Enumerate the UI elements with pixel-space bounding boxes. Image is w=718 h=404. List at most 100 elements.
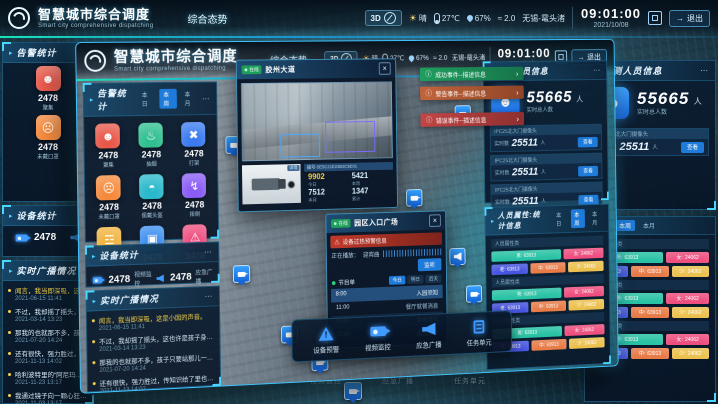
view-button[interactable]: 查看 [681,142,704,153]
mode-3d-toggle[interactable]: 3D [365,10,402,26]
pill-young[interactable]: 少:24062 [569,299,604,311]
pill-male[interactable]: 男:63913 [492,288,561,301]
location: 无锡-鼋头渚 [522,13,565,24]
device-stat-speakers[interactable]: 2478应急广播 [154,267,215,287]
camera-marker[interactable] [233,265,250,283]
helmet-icon: ◓ [139,174,164,199]
camera-popup: 在线 胶州大道 × 详情 编号-5E5C21E22B3C5E01 9902今日 … [236,58,398,212]
alarm-tile[interactable]: ♨2478抽烟 [129,122,172,168]
dock-item-task-unit[interactable]: 任务单元 [459,317,499,349]
info-icon: ⓘ [426,115,432,125]
fullscreen-icon[interactable] [648,11,662,25]
pill-female[interactable]: 女:24062 [666,252,709,263]
view-button[interactable]: 查看 [578,136,598,147]
logo-icon [84,50,106,72]
broadcast-panel: ▸实时广播情况⋯ 闻言，我当即深吸，这是小囡的声音。2021-06-15 11:… [86,286,222,393]
pill-young[interactable]: 少:24062 [672,266,709,277]
tab-month[interactable]: 本月 [639,220,659,231]
camera-icon [93,277,102,284]
program-tab[interactable]: 后天 [425,274,441,283]
device-alert-banner[interactable]: ⚠ 设备过热预警信息 [330,232,442,248]
detection-bbox [325,121,375,153]
pill-mid[interactable]: 中:63913 [531,339,567,351]
program-tab[interactable]: 明日 [407,275,423,284]
pill-female[interactable]: 女:24062 [666,293,709,304]
alarm-tile[interactable]: ↯2478摔倒 [173,173,216,219]
app-subtitle: Smart city comprehensive dispatching [38,23,153,29]
pill-young[interactable]: 少:24062 [672,348,709,359]
device-stat[interactable]: 2478 [13,232,56,243]
pill-mid[interactable]: 中:63913 [631,266,668,277]
camera-count-card: IPC25北大门摄像头 实时数25511人查看 [490,124,602,152]
toast-warning[interactable]: ⓘ警告事件--描述信息› [420,86,524,101]
pill-young[interactable]: 少:24062 [569,337,604,349]
warning-icon [318,327,333,341]
dock-item-emergency-broadcast[interactable]: 应急广播 [409,319,449,351]
dock-item-device-alarm[interactable]: 设备预警 [305,323,346,356]
dock-item-video-monitor[interactable]: 视频监控 [357,321,398,354]
speaker-icon [156,274,163,282]
more-icon[interactable]: ⋯ [205,292,214,301]
camera-count-card: IPC25北大门摄像头 实时数25511人查看 [490,153,602,182]
camera-icon [470,291,477,296]
toast-error[interactable]: ⓘ错误事件--描述信息› [420,112,524,127]
pill-male[interactable]: 男:63913 [491,249,560,262]
humidity: 67% [409,55,429,62]
tab-day[interactable]: 本日 [553,210,568,229]
tab-day[interactable]: 本日 [138,89,156,109]
pill-mid[interactable]: 中:63913 [631,348,668,359]
pill-mid[interactable]: 中:63913 [530,262,566,274]
pill-young[interactable]: 少:24062 [568,261,603,273]
more-icon[interactable]: ⋯ [593,66,601,74]
device-stat-cameras[interactable]: 2478视频监控 [90,269,154,289]
view-button[interactable]: 查看 [578,165,598,176]
tab-month[interactable]: 本月 [588,209,603,228]
speaker-icon [453,252,461,261]
alarm-tile[interactable]: ✖2478打架 [172,122,215,168]
more-icon[interactable]: ⋯ [202,94,211,103]
listen-button[interactable]: 监听 [418,258,442,271]
alarm-tile[interactable]: ☹2478未戴口罩 [87,175,131,222]
pill-young[interactable]: 少:24062 [672,307,709,318]
wind: ≈2.0 [498,14,516,23]
more-icon[interactable]: ⋯ [204,248,213,257]
thermometer-icon [434,13,440,24]
pill-female[interactable]: 女:24062 [563,248,603,260]
smoking-icon: ♨ [139,123,164,148]
tab-week[interactable]: 本周 [615,220,635,231]
tab-overview[interactable]: 综合态势 [187,11,227,26]
tab-week[interactable]: 本周 [159,89,177,109]
pill-female[interactable]: 女:24062 [564,324,604,336]
fight-icon: ✖ [181,122,205,147]
sun-icon: ☀ [409,13,417,24]
weather-condition: ☀晴 [409,13,427,24]
info-icon: ⓘ [425,69,431,79]
more-icon[interactable]: ⋯ [700,66,709,75]
pill-old[interactable]: 老:63913 [492,263,528,275]
wind: ≈2.0 [433,55,447,62]
close-icon[interactable]: × [379,62,391,75]
online-badge: 在线 [242,65,262,74]
pill-female[interactable]: 女:24062 [666,334,709,345]
close-icon[interactable]: × [429,214,441,227]
tab-week[interactable]: 本周 [571,209,586,228]
clock: 09:01:002021/10/08 [572,7,641,29]
alarm-tile[interactable]: ☻2478聚集 [86,123,130,170]
pill-mid[interactable]: 中:63913 [531,300,567,312]
camera-marker[interactable] [466,285,482,303]
detail-chip[interactable]: 详情 [287,165,299,171]
chevron-right-icon: › [516,88,518,97]
toast-success[interactable]: ⓘ成功事件--描述信息› [420,67,524,81]
speaker-marker[interactable] [449,248,465,266]
camera-marker[interactable] [344,382,362,400]
exit-button[interactable]: →退出 [669,10,710,27]
alarm-tile[interactable]: ◓2478佩戴头盔 [130,174,173,221]
camera-video-feed[interactable] [241,81,393,161]
bg-dock-label[interactable]: 任务单元 [454,376,486,386]
pill-female[interactable]: 女:24062 [564,286,604,298]
tab-month[interactable]: 本月 [181,89,199,109]
pill-mid[interactable]: 中:63913 [631,307,668,318]
program-tab[interactable]: 今日 [389,276,406,285]
droplet-icon [466,14,474,22]
camera-marker[interactable] [406,189,423,207]
